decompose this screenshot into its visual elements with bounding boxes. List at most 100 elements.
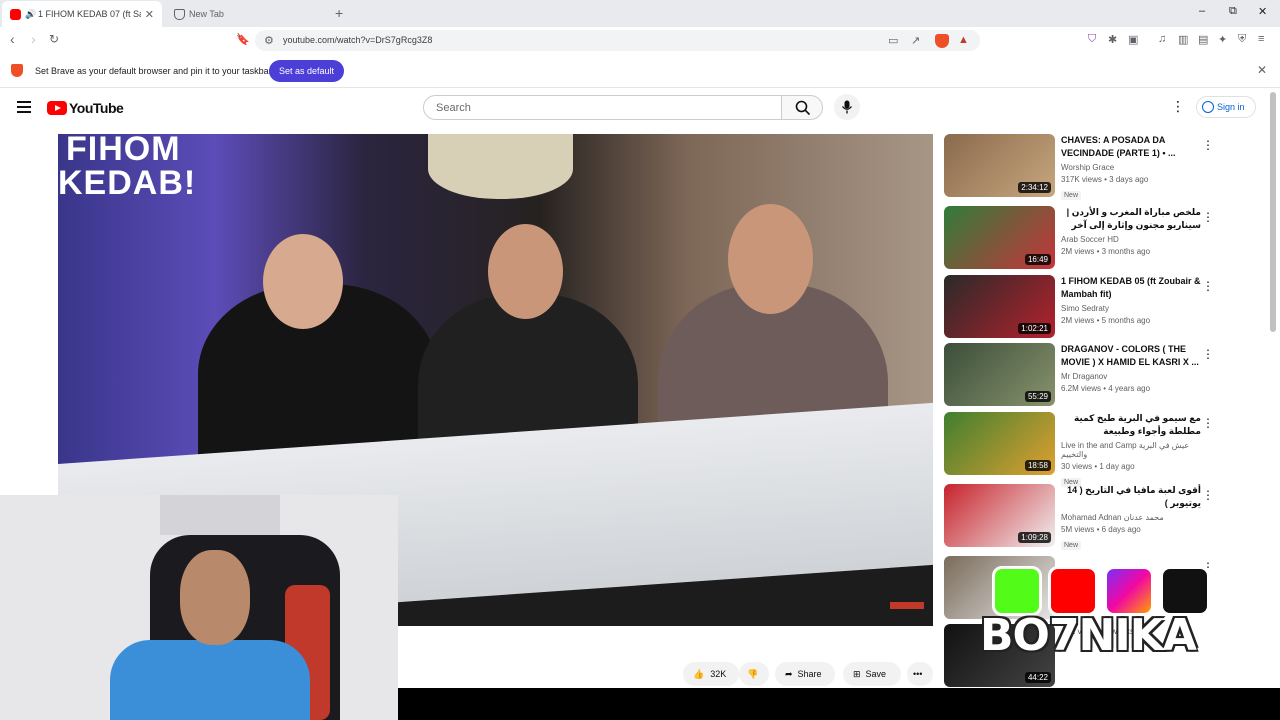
voice-search-button[interactable]	[834, 94, 860, 120]
tiktok-icon	[1160, 566, 1210, 616]
forward-icon[interactable]: ›	[31, 31, 36, 47]
address-bar[interactable]: ⚙ youtube.com/watch?v=DrS7gRcg3Z8 ▭ ↗ ▲	[255, 30, 980, 51]
extensions-puzzle-icon[interactable]: ✱	[1108, 33, 1117, 46]
thumbs-up-icon: 👍	[693, 669, 705, 679]
person-left-face	[263, 234, 343, 329]
search-icon	[795, 100, 811, 116]
more-actions-button[interactable]: •••	[907, 662, 933, 686]
browser-tab-strip: 🔊 1 FIHOM KEDAB 07 (ft Samid ✕ New Tab +…	[0, 0, 1280, 27]
search-button[interactable]	[781, 95, 823, 120]
recommendation-item[interactable]: 2:34:12 CHAVES: A POSADA DA VECINDADE (PA…	[944, 134, 1214, 200]
video-menu-icon[interactable]: ⋮	[1202, 210, 1214, 224]
video-menu-icon[interactable]: ⋮	[1202, 279, 1214, 293]
video-menu-icon[interactable]: ⋮	[1202, 488, 1214, 502]
youtube-wordmark: YouTube	[69, 100, 124, 116]
recommendation-item[interactable]: 1:09:28 أقوى لعبة مافيا في التاريخ ( 14 ي…	[944, 484, 1214, 550]
video-thumbnail[interactable]: 1:09:28	[944, 484, 1055, 547]
recommendation-item[interactable]: 1:02:21 1 FIHOM KEDAB 05 (ft Zoubair & Ma…	[944, 275, 1214, 339]
video-thumbnail[interactable]: 55:29	[944, 343, 1055, 406]
youtube-favicon-icon	[10, 8, 21, 20]
back-icon[interactable]: ‹	[10, 31, 15, 47]
video-title[interactable]: ملخص مباراة المغرب و الأردن | سيناريو مج…	[1061, 206, 1201, 232]
search-placeholder: Search	[436, 102, 471, 114]
video-thumbnail[interactable]: 1:02:21	[944, 275, 1055, 338]
default-browser-infobar: Set Brave as your default browser and pi…	[0, 54, 1280, 88]
url-text[interactable]: youtube.com/watch?v=DrS7gRcg3Z8	[283, 35, 432, 45]
youtube-logo[interactable]: YouTube	[47, 100, 124, 116]
video-duration: 18:58	[1024, 460, 1051, 471]
video-menu-icon[interactable]: ⋮	[1202, 138, 1214, 152]
video-title[interactable]: 1 FIHOM KEDAB 05 (ft Zoubair & Mambah fi…	[1061, 275, 1201, 301]
channel-name[interactable]: Mohamad Adnan محمد عدنان	[1061, 513, 1201, 522]
save-button[interactable]: ⊞ Save	[843, 662, 901, 686]
share-page-icon[interactable]: ↗	[911, 34, 920, 47]
tab-close-icon[interactable]: ✕	[145, 8, 154, 21]
browser-menu-icon[interactable]: ≡	[1258, 33, 1264, 45]
channel-name[interactable]: Mr Draganov	[1061, 372, 1201, 381]
video-thumbnail[interactable]: 2:34:12	[944, 134, 1055, 197]
video-title[interactable]: مع سيمو في البرية طبخ كمية مطلطة وأجواء …	[1061, 412, 1201, 438]
window-minimize-button[interactable]: –	[1199, 5, 1205, 17]
new-tab-button[interactable]: +	[335, 5, 343, 21]
channel-name[interactable]: Arab Soccer HD	[1061, 235, 1201, 244]
bookmark-icon[interactable]: 🔖	[236, 33, 250, 46]
brave-rewards-icon[interactable]: ▲	[958, 34, 969, 46]
recommendation-item[interactable]: 16:49 ملخص مباراة المغرب و الأردن | سينار…	[944, 206, 1214, 270]
video-menu-icon[interactable]: ⋮	[1202, 347, 1214, 361]
browser-tab-newtab[interactable]: New Tab	[166, 1, 326, 27]
person-center-face	[488, 224, 563, 319]
video-thumbnail[interactable]: 16:49	[944, 206, 1055, 269]
brave-shield-favicon-icon	[174, 8, 185, 20]
translate-icon[interactable]: ▣	[1128, 33, 1138, 46]
video-menu-icon[interactable]: ⋮	[1202, 416, 1214, 430]
guide-menu-icon[interactable]	[17, 101, 31, 116]
channel-name[interactable]: Worship Grace	[1061, 163, 1201, 172]
video-stats: 317K views • 3 days ago	[1061, 175, 1149, 184]
brave-shields-icon[interactable]	[935, 34, 949, 48]
media-controls-icon[interactable]: ♫	[1158, 33, 1166, 45]
site-settings-icon[interactable]: ⚙	[264, 34, 274, 47]
bottom-black-band	[398, 688, 1280, 720]
set-as-default-button[interactable]: Set as default	[269, 60, 345, 82]
vpn-shield-icon[interactable]: ⛨	[1238, 33, 1246, 46]
more-actions-icon: •••	[913, 669, 923, 679]
address-toolbar: ‹ › ↻ 🔖 ⚙ youtube.com/watch?v=DrS7gRcg3Z…	[0, 27, 1280, 54]
cast-icon[interactable]: ▭	[888, 34, 898, 47]
like-button[interactable]: 👍 32K	[683, 662, 739, 686]
person-right-face	[728, 204, 813, 314]
video-stats: 2M views • 3 months ago	[1061, 247, 1151, 256]
video-stats: 5M views • 6 days ago	[1061, 525, 1141, 534]
leo-ai-icon[interactable]: ✦	[1218, 33, 1227, 46]
video-duration: 44:22	[1024, 672, 1051, 683]
kick-icon	[992, 566, 1042, 616]
video-title[interactable]: DRAGANOV - COLORS ( THE MOVIE ) X HAMID …	[1061, 343, 1201, 369]
video-title[interactable]: أقوى لعبة مافيا في التاريخ ( 14 يوتيوبر …	[1061, 484, 1201, 510]
window-close-button[interactable]: ✕	[1258, 5, 1267, 18]
recommendation-item[interactable]: 55:29 DRAGANOV - COLORS ( THE MOVIE ) X H…	[944, 343, 1214, 407]
video-stats: 6.2M views • 4 years ago	[1061, 384, 1151, 393]
page-scrollbar[interactable]	[1270, 92, 1276, 332]
channel-name[interactable]: Simo Sedraty	[1061, 304, 1201, 313]
streamer-shirt	[110, 640, 310, 720]
video-thumbnail[interactable]: 18:58	[944, 412, 1055, 475]
video-title[interactable]: CHAVES: A POSADA DA VECINDADE (PARTE 1) …	[1061, 134, 1201, 160]
neon-line-2: KEDAB!	[58, 164, 197, 202]
wallet-icon[interactable]: ▤	[1198, 33, 1208, 46]
sign-in-button[interactable]: Sign in	[1196, 96, 1256, 118]
search-input[interactable]: Search	[423, 95, 782, 120]
audio-playing-icon[interactable]: 🔊	[25, 9, 36, 20]
browser-tab-active[interactable]: 🔊 1 FIHOM KEDAB 07 (ft Samid ✕	[2, 1, 162, 27]
channel-name[interactable]: Live in the and Camp عيش في البرية والتخ…	[1061, 441, 1201, 459]
dislike-button[interactable]: 👎	[739, 662, 769, 686]
recommendation-item[interactable]: 18:58 مع سيمو في البرية طبخ كمية مطلطة وأ…	[944, 412, 1214, 487]
reload-icon[interactable]: ↻	[49, 32, 59, 46]
sidebar-toggle-icon[interactable]: ▥	[1178, 33, 1188, 46]
video-duration: 2:34:12	[1018, 182, 1051, 193]
extension-shield-icon[interactable]: ⛉	[1088, 33, 1096, 46]
infobar-close-icon[interactable]: ✕	[1257, 63, 1267, 77]
share-button[interactable]: ➦ Share	[775, 662, 835, 686]
infobar-message: Set Brave as your default browser and pi…	[35, 66, 272, 76]
settings-more-icon[interactable]: ⋮	[1171, 98, 1185, 115]
window-restore-button[interactable]: ⧉	[1229, 5, 1237, 18]
streamer-face	[180, 550, 250, 645]
